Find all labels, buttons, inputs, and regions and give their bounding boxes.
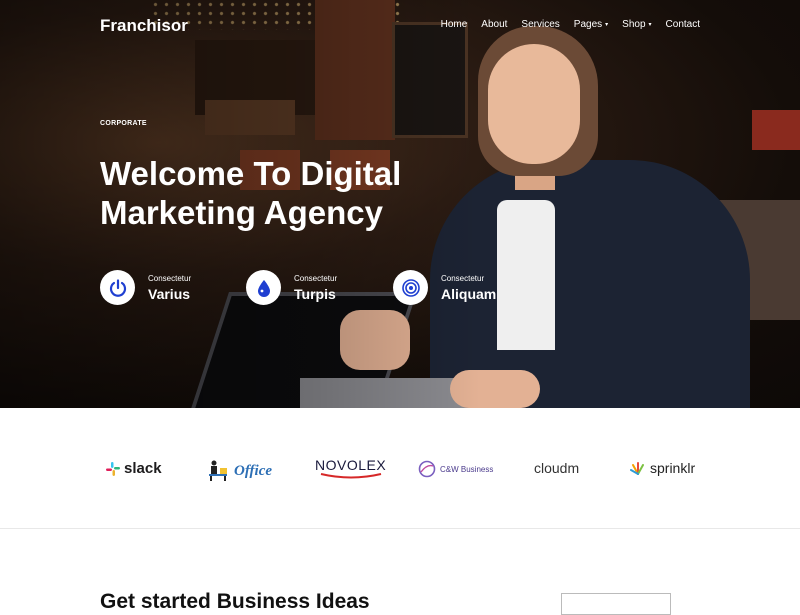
logo-text: NOVOLEX [315, 457, 387, 473]
logo-text: cloudm [534, 460, 580, 476]
feature-title: Turpis [294, 285, 336, 302]
feature-caption: Consectetur [294, 273, 338, 283]
logo-slack[interactable]: slack [106, 460, 162, 477]
logo-text: sprinklr [650, 460, 696, 476]
logo-novolex[interactable]: NOVOLEX [315, 457, 386, 479]
feature-item: Consectetur Aliquam [393, 270, 496, 305]
nav-contact[interactable]: Contact [666, 19, 700, 30]
office-desk-icon [209, 460, 227, 481]
nav-shop[interactable]: Shop ▾ [622, 19, 651, 30]
logo-text: Office [234, 462, 273, 479]
logo-text: C&W Business [440, 464, 494, 474]
feature-title: Varius [148, 285, 191, 302]
power-icon [100, 270, 135, 305]
logo-sprinklr[interactable]: sprinklr [630, 460, 695, 476]
section-box [561, 593, 671, 615]
logo-cw[interactable]: C&W Business [418, 460, 493, 478]
feature-item: Consectetur Turpis [246, 270, 337, 305]
drop-icon [246, 270, 281, 305]
chevron-down-icon: ▾ [605, 22, 609, 28]
cw-globe-icon [418, 460, 436, 478]
section-title: Get started Business Ideas [100, 590, 370, 613]
nav-label: Shop [622, 19, 646, 30]
feature-item: Consectetur Varius [100, 270, 191, 305]
nav-label: About [481, 19, 508, 30]
main-nav: Home About Services Pages ▾ Shop ▾ Contact [441, 19, 700, 30]
feature-caption: Consectetur [441, 273, 485, 283]
nav-label: Contact [665, 19, 700, 30]
slack-icon [106, 461, 120, 476]
hero-headline: Welcome To Digital Marketing Agency [100, 155, 402, 231]
feature-title: Aliquam [441, 285, 497, 302]
nav-services[interactable]: Services [521, 19, 559, 30]
nav-label: Home [440, 19, 468, 30]
hero-eyebrow: CORPORATE [100, 120, 147, 127]
nav-home[interactable]: Home [441, 19, 468, 30]
sprinklr-burst-icon [630, 462, 644, 475]
logo-cloudm[interactable]: cloudm [534, 460, 579, 476]
nav-pages[interactable]: Pages ▾ [574, 19, 608, 30]
target-icon [393, 270, 428, 305]
swoosh-icon [320, 473, 381, 479]
logo-text: slack [124, 460, 162, 477]
nav-label: Services [521, 19, 560, 30]
nav-label: Pages [573, 19, 603, 30]
client-logos: slack Office NOVOLEX C&W Business cloudm [0, 408, 800, 529]
chevron-down-icon: ▾ [648, 22, 652, 28]
logo-office[interactable]: Office [206, 460, 272, 482]
feature-caption: Consectetur [148, 273, 192, 283]
brand-logo[interactable]: Franchisor [100, 16, 188, 36]
nav-about[interactable]: About [481, 19, 507, 30]
